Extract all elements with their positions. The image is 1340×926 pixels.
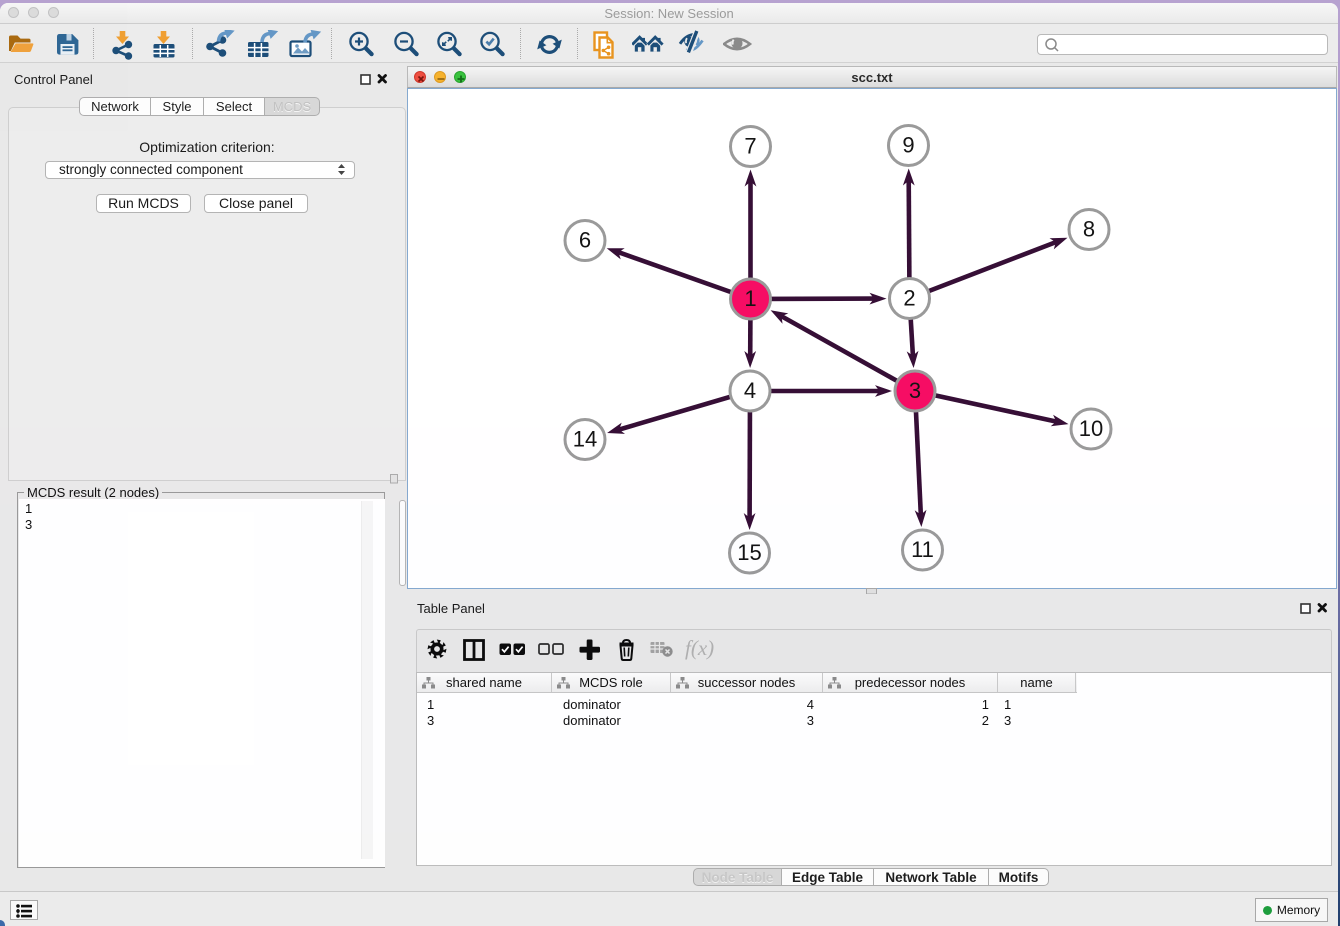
svg-text:15: 15 — [737, 540, 761, 565]
svg-text:6: 6 — [579, 228, 591, 253]
svg-text:14: 14 — [573, 427, 597, 452]
svg-text:11: 11 — [911, 537, 934, 562]
svg-text:3: 3 — [909, 378, 921, 403]
svg-text:2: 2 — [903, 286, 915, 311]
svg-text:10: 10 — [1079, 416, 1103, 441]
svg-text:4: 4 — [744, 378, 756, 403]
svg-text:8: 8 — [1083, 217, 1095, 242]
svg-text:7: 7 — [744, 134, 756, 159]
svg-text:9: 9 — [902, 133, 914, 158]
svg-text:1: 1 — [744, 286, 756, 311]
